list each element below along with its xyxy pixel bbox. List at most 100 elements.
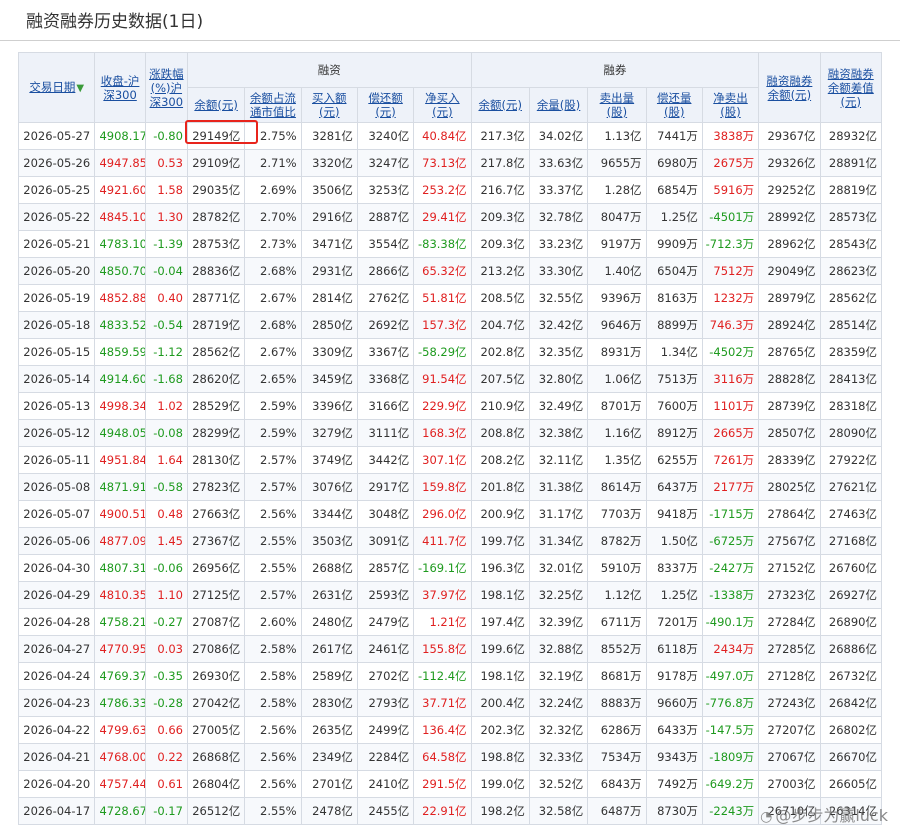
date-cell: 2026-04-24	[18, 662, 96, 690]
margin-balance-cell: 26930亿	[186, 662, 246, 690]
margin-ratio-cell: 2.68%	[244, 311, 302, 339]
balance-diff-cell: 28562亿	[819, 284, 882, 312]
margin-balance-cell: 29149亿	[186, 122, 246, 150]
margin-net-cell: 168.3亿	[413, 419, 472, 447]
header-short-repay-label[interactable]: 偿还量(股)	[654, 91, 694, 119]
margin-balance-cell: 29035亿	[186, 176, 246, 204]
table-row: 2026-05-18 4833.52 -0.54 28719亿 2.68% 2850亿 26…	[18, 311, 882, 339]
table-row: 2026-05-11 4951.84 1.64 28130亿 2.57% 3749亿 344…	[18, 446, 882, 474]
short-sell-cell: 8047万	[587, 203, 647, 231]
header-short-balance-label[interactable]: 余额(元)	[478, 98, 521, 112]
short-net-cell: 3838万	[701, 122, 760, 150]
date-cell: 2026-05-13	[18, 392, 96, 420]
short-volume-cell: 32.88亿	[528, 635, 589, 663]
margin-repay-cell: 3554亿	[356, 230, 415, 258]
margin-net-cell: 411.7亿	[413, 527, 472, 555]
header-total-balance-label[interactable]: 融资融券余额(元)	[763, 74, 815, 102]
header-short-volume-label[interactable]: 余量(股)	[537, 98, 580, 112]
margin-ratio-cell: 2.58%	[244, 635, 302, 663]
margin-repay-cell: 2284亿	[356, 743, 415, 771]
short-sell-cell: 7534万	[587, 743, 647, 771]
header-short-balance[interactable]: 余额(元)	[470, 87, 530, 123]
header-short-sell[interactable]: 卖出量(股)	[587, 87, 647, 123]
short-volume-cell: 32.32亿	[528, 716, 589, 744]
header-short-sell-label[interactable]: 卖出量(股)	[597, 91, 637, 119]
header-change-label[interactable]: 涨跌幅(%)沪深300	[147, 67, 185, 109]
date-cell: 2026-05-20	[18, 257, 96, 285]
date-cell: 2026-05-18	[18, 311, 96, 339]
change-cell: -0.54	[144, 311, 188, 339]
margin-net-cell: 73.13亿	[413, 149, 472, 177]
date-cell: 2026-05-07	[18, 500, 96, 528]
margin-net-cell: 296.0亿	[413, 500, 472, 528]
short-repay-cell: 6118万	[645, 635, 703, 663]
margin-net-cell: -58.29亿	[413, 338, 472, 366]
page-title: 融资融券历史数据(1日)	[26, 12, 204, 32]
margin-balance-cell: 26868亿	[186, 743, 246, 771]
header-margin-repay[interactable]: 偿还额(元)	[356, 87, 415, 123]
margin-ratio-cell: 2.75%	[244, 122, 302, 150]
margin-trading-table-container: 交易日期▼ 收盘-沪深300 涨跌幅(%)沪深300 融资 融券 融资融券余额(…	[18, 52, 882, 834]
date-cell: 2026-04-28	[18, 608, 96, 636]
total-balance-cell: 27152亿	[758, 554, 821, 582]
total-balance-cell: 27567亿	[758, 527, 821, 555]
header-margin-balance-label[interactable]: 余额(元)	[194, 98, 237, 112]
header-short-net-label[interactable]: 净卖出(股)	[711, 91, 751, 119]
header-close-label[interactable]: 收盘-沪深300	[98, 74, 142, 102]
short-volume-cell: 32.49亿	[528, 392, 589, 420]
total-balance-cell: 27067亿	[758, 743, 821, 771]
short-balance-cell: 208.8亿	[470, 419, 530, 447]
header-margin-ratio[interactable]: 余额占流通市值比	[244, 87, 302, 123]
sort-down-icon[interactable]: ▼	[76, 83, 84, 94]
short-balance-cell: 209.3亿	[470, 203, 530, 231]
margin-net-cell: 157.3亿	[413, 311, 472, 339]
margin-balance-cell: 27042亿	[186, 689, 246, 717]
short-repay-cell: 1.50亿	[645, 527, 703, 555]
margin-repay-cell: 3091亿	[356, 527, 415, 555]
close-cell: 4807.31	[94, 554, 146, 582]
margin-repay-cell: 2692亿	[356, 311, 415, 339]
date-cell: 2026-05-06	[18, 527, 96, 555]
change-cell: -0.08	[144, 419, 188, 447]
margin-balance-cell: 28130亿	[186, 446, 246, 474]
header-short-volume[interactable]: 余量(股)	[528, 87, 589, 123]
short-net-cell: 2665万	[701, 419, 760, 447]
date-cell: 2026-05-08	[18, 473, 96, 501]
change-cell: 0.53	[144, 149, 188, 177]
margin-buy-cell: 3506亿	[300, 176, 358, 204]
header-margin-buy-label[interactable]: 买入额(元)	[309, 91, 349, 119]
close-cell: 4871.91	[94, 473, 146, 501]
header-margin-buy[interactable]: 买入额(元)	[300, 87, 358, 123]
short-repay-cell: 6854万	[645, 176, 703, 204]
header-margin-balance[interactable]: 余额(元)	[186, 87, 246, 123]
weibo-icon: ◔	[760, 809, 773, 825]
margin-repay-cell: 2793亿	[356, 689, 415, 717]
short-net-cell: -776.8万	[701, 689, 760, 717]
short-sell-cell: 1.06亿	[587, 365, 647, 393]
short-repay-cell: 9418万	[645, 500, 703, 528]
margin-balance-cell: 28753亿	[186, 230, 246, 258]
margin-balance-cell: 27086亿	[186, 635, 246, 663]
header-margin-net-label[interactable]: 净买入(元)	[422, 91, 462, 119]
header-close[interactable]: 收盘-沪深300	[94, 52, 146, 123]
header-date-label[interactable]: 交易日期	[29, 80, 75, 94]
margin-net-cell: 229.9亿	[413, 392, 472, 420]
header-short-repay[interactable]: 偿还量(股)	[645, 87, 703, 123]
short-volume-cell: 32.24亿	[528, 689, 589, 717]
short-repay-cell: 9660万	[645, 689, 703, 717]
header-short-net[interactable]: 净卖出(股)	[701, 87, 760, 123]
margin-buy-cell: 3459亿	[300, 365, 358, 393]
header-balance-diff[interactable]: 融资融券余额差值(元)	[819, 52, 882, 123]
margin-ratio-cell: 2.56%	[244, 743, 302, 771]
short-repay-cell: 9909万	[645, 230, 703, 258]
header-total-balance[interactable]: 融资融券余额(元)	[758, 52, 821, 123]
header-date[interactable]: 交易日期▼	[18, 52, 96, 123]
header-margin-net[interactable]: 净买入(元)	[413, 87, 472, 123]
short-balance-cell: 197.4亿	[470, 608, 530, 636]
short-sell-cell: 1.12亿	[587, 581, 647, 609]
header-margin-ratio-label[interactable]: 余额占流通市值比	[247, 91, 299, 119]
header-balance-diff-label[interactable]: 融资融券余额差值(元)	[825, 67, 877, 109]
change-cell: -1.39	[144, 230, 188, 258]
header-change[interactable]: 涨跌幅(%)沪深300	[144, 52, 188, 123]
header-margin-repay-label[interactable]: 偿还额(元)	[366, 91, 406, 119]
